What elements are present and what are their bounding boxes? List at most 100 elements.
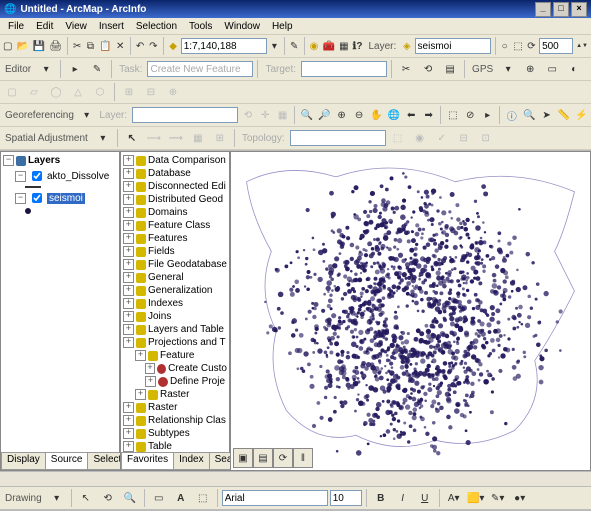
copy-icon[interactable]: ⧉ [85,36,96,56]
sketch-tool-icon[interactable]: ✎ [87,59,107,79]
find-icon[interactable]: 🔍 [521,105,536,125]
symbol-circle-icon[interactable]: ○ [499,36,510,56]
command-line-icon[interactable]: ▦ [338,36,349,56]
georef-menu[interactable]: Georeferencing [2,110,77,121]
collapse-icon[interactable]: − [15,171,26,182]
menu-file[interactable]: File [2,21,30,32]
map-view[interactable]: ▣ ▤ ⟳ ‖ [230,151,591,471]
expand-icon[interactable]: + [123,324,134,335]
hyperlink-icon[interactable]: ⚡ [574,105,589,125]
minimize-button[interactable]: _ [535,2,551,17]
tab-source[interactable]: Source [45,453,89,470]
fontsize-dropdown[interactable] [330,490,362,506]
fontcolor-button[interactable]: A▾ [444,488,464,508]
add-data-icon[interactable]: ◆ [167,36,178,56]
expand-icon[interactable]: + [123,194,134,205]
identify-icon[interactable]: ⓘ [504,105,519,125]
spin-input[interactable] [539,38,573,54]
spatial-dropdown-icon[interactable]: ▾ [93,128,113,148]
gps-dropdown-icon[interactable]: ▾ [498,59,518,79]
drawing-dropdown-icon[interactable]: ▾ [47,488,67,508]
expand-icon[interactable]: + [123,168,134,179]
edit-vertices-icon[interactable]: ⬚ [193,488,213,508]
gps-label[interactable]: GPS [469,64,496,75]
fillcolor-button[interactable]: 🟨▾ [466,488,486,508]
layer-checkbox[interactable] [32,193,42,203]
toolbox-item[interactable]: +Projections and T [123,336,227,349]
toolbox-item[interactable]: +Indexes [123,297,227,310]
expand-icon[interactable]: + [135,389,146,400]
scale-input[interactable] [181,38,267,54]
arccatalog-icon[interactable]: ◉ [308,36,319,56]
horizontal-scrollbar[interactable] [0,471,591,486]
edit-tool-icon[interactable]: ▸ [65,59,85,79]
menu-edit[interactable]: Edit [30,21,59,32]
drawing-menu[interactable]: Drawing [2,493,45,504]
georef-dropdown-icon[interactable]: ▾ [79,105,94,125]
toolbox-item[interactable]: +Data Comparison [123,154,227,167]
toc-tree[interactable]: − Layers − akto_Dissolve − seismoi [1,152,119,452]
bold-button[interactable]: B [371,488,391,508]
fixedzoomout-icon[interactable]: ⊖ [351,105,366,125]
editor-menu[interactable]: Editor [2,64,34,75]
expand-icon[interactable]: + [123,246,134,257]
collapse-icon[interactable]: − [15,193,26,204]
expand-icon[interactable]: + [123,259,134,270]
editor-toolbar-icon[interactable]: ✎ [289,36,300,56]
toolbox-item[interactable]: +Features [123,232,227,245]
tab-display[interactable]: Display [1,453,46,470]
toc-root[interactable]: − Layers [3,154,117,167]
pause-icon[interactable]: ‖ [293,448,313,468]
expand-icon[interactable]: + [123,220,134,231]
gps-tool-icon[interactable]: ⊕ [520,59,540,79]
toc-layer-seismoi[interactable]: − seismoi [3,189,117,207]
expand-icon[interactable]: + [123,337,134,348]
toolbox-item[interactable]: +Subtypes [123,427,227,440]
help-icon[interactable]: ℹ? [352,36,364,56]
toolbox-item[interactable]: +Feature [123,349,227,362]
measure-icon[interactable]: 📏 [556,105,571,125]
menu-view[interactable]: View [59,21,93,32]
pan-icon[interactable]: ✋ [369,105,384,125]
scale-dropdown-icon[interactable]: ▾ [269,36,280,56]
toolbox-item[interactable]: +Domains [123,206,227,219]
print-icon[interactable]: 🖨 [48,36,63,56]
expand-icon[interactable]: + [123,233,134,244]
expand-icon[interactable]: + [123,311,134,322]
prevext-icon[interactable]: ⬅ [404,105,419,125]
expand-icon[interactable]: + [123,415,134,426]
underline-button[interactable]: U [415,488,435,508]
expand-icon[interactable]: + [123,285,134,296]
arctoolbox-icon[interactable]: 🧰 [322,36,336,56]
menu-tools[interactable]: Tools [183,21,218,32]
symbol-fill-icon[interactable]: ⬚ [512,36,523,56]
expand-icon[interactable]: + [123,207,134,218]
data-view-icon[interactable]: ▣ [233,448,253,468]
menu-insert[interactable]: Insert [93,21,130,32]
toolbox-tree[interactable]: +Data Comparison+Database+Disconnected E… [121,152,229,452]
maximize-button[interactable]: □ [553,2,569,17]
select-elements-icon[interactable]: ↖ [76,488,96,508]
gps-nav-icon[interactable]: ◐ [564,59,584,79]
paste-icon[interactable]: 📋 [98,36,112,56]
cut-icon[interactable]: ✂ [72,36,83,56]
collapse-icon[interactable]: − [3,155,14,166]
font-dropdown[interactable] [222,490,328,506]
goto-icon[interactable]: ➤ [539,105,554,125]
new-rect-icon[interactable]: ▭ [149,488,169,508]
toolbox-item[interactable]: +Raster [123,388,227,401]
select-icon[interactable]: ⬚ [445,105,460,125]
linecolor-button[interactable]: ✎▾ [488,488,508,508]
attr-icon[interactable]: ▤ [440,59,460,79]
map-canvas[interactable] [231,152,590,470]
toolbox-item[interactable]: +Layers and Table [123,323,227,336]
menu-selection[interactable]: Selection [130,21,183,32]
toolbox-item[interactable]: +General [123,271,227,284]
zoom-element-icon[interactable]: 🔍 [120,488,140,508]
toolbox-item[interactable]: +Generalization [123,284,227,297]
layer-checkbox[interactable] [32,171,42,181]
layer-name-selected[interactable]: seismoi [47,193,85,204]
toolbox-item[interactable]: +Distributed Geod [123,193,227,206]
redo-icon[interactable]: ↷ [148,36,159,56]
save-icon[interactable]: 💾 [32,36,46,56]
